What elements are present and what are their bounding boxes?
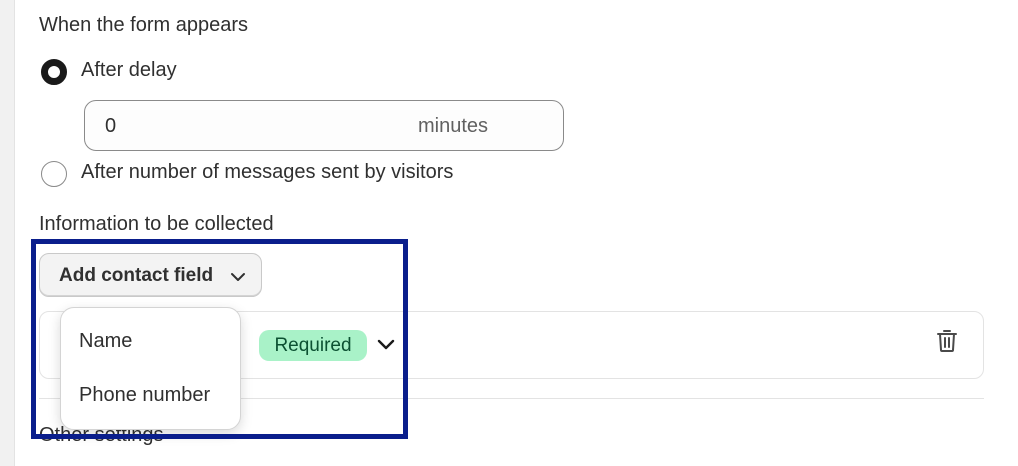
delay-input[interactable]: 0 minutes	[84, 100, 564, 151]
radio-after-delay[interactable]	[41, 59, 67, 85]
highlight-box	[31, 239, 408, 439]
trash-icon[interactable]	[936, 329, 958, 353]
radio-after-messages-label[interactable]: After number of messages sent by visitor…	[81, 161, 453, 184]
delay-input-unit: minutes	[418, 115, 489, 137]
delay-input-value[interactable]: 0	[105, 115, 116, 138]
radio-after-delay-label[interactable]: After delay	[81, 59, 177, 82]
radio-after-messages[interactable]	[41, 161, 67, 187]
form-timing-heading: When the form appears	[39, 14, 248, 36]
collection-heading: Information to be collected	[39, 213, 274, 235]
